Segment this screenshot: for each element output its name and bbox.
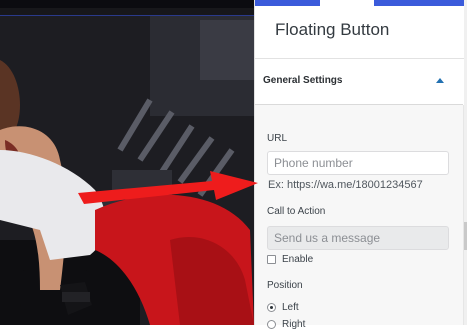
position-left-radio[interactable] [267, 303, 276, 312]
position-label: Position [267, 280, 303, 291]
enable-label: Enable [282, 254, 314, 265]
enable-checkbox[interactable] [267, 255, 276, 264]
tab-left[interactable] [255, 0, 320, 6]
url-hint: Ex: https://wa.me/18001234567 [268, 179, 423, 191]
caret-up-icon[interactable] [436, 78, 444, 83]
background-photo [0, 0, 254, 325]
settings-panel: Floating Button General Settings URL Ex:… [254, 0, 467, 330]
call-to-action-input[interactable] [267, 226, 449, 250]
tab-right[interactable] [374, 0, 465, 6]
gym-photo-illustration [0, 16, 254, 325]
panel-title: Floating Button [275, 20, 390, 39]
panel-tab-strip [255, 0, 465, 6]
call-to-action-label: Call to Action [267, 206, 326, 217]
general-settings-header[interactable]: General Settings [255, 59, 463, 105]
url-label: URL [267, 133, 288, 144]
position-left-label: Left [282, 302, 299, 313]
tab-active[interactable] [321, 0, 373, 6]
section-title: General Settings [263, 75, 343, 86]
url-input[interactable] [267, 151, 449, 175]
